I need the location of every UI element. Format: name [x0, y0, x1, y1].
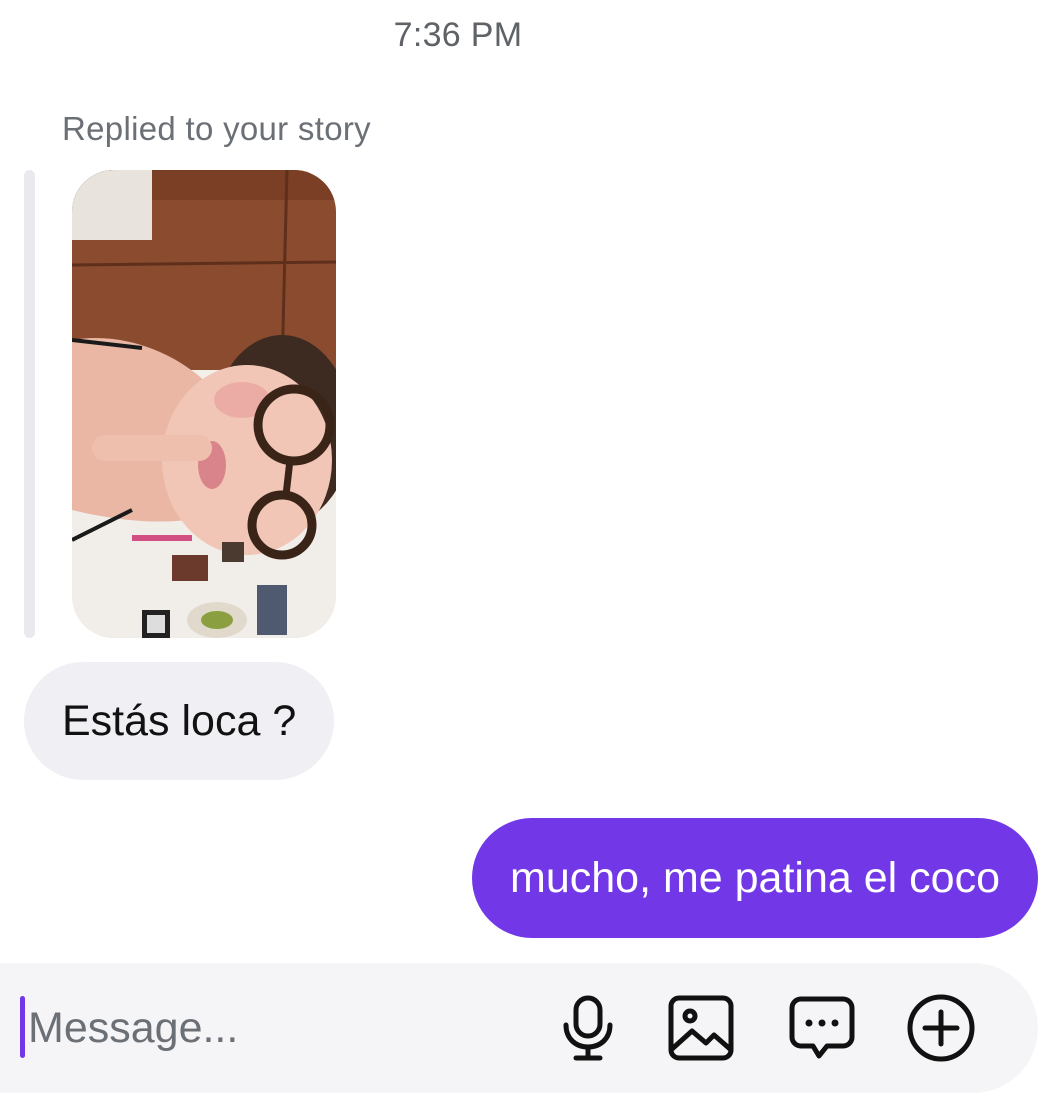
story-thumbnail[interactable]: [72, 170, 336, 638]
story-reply-label: Replied to your story: [62, 110, 371, 147]
image-icon[interactable]: [665, 992, 737, 1064]
text-caret: [20, 996, 25, 1058]
outgoing-message-bubble[interactable]: mucho, me patina el coco: [472, 818, 1038, 938]
story-reply-bar: [24, 170, 35, 638]
outgoing-message-text: mucho, me patina el coco: [510, 853, 1000, 902]
timestamp: 7:36 PM: [393, 16, 523, 54]
incoming-message-text: Estás loca ?: [62, 696, 297, 745]
plus-circle-icon[interactable]: [905, 992, 977, 1064]
microphone-icon[interactable]: [552, 992, 624, 1064]
chat-bubble-dots-icon[interactable]: [786, 992, 858, 1064]
message-input[interactable]: [28, 990, 528, 1066]
incoming-message-bubble[interactable]: Estás loca ?: [24, 662, 335, 780]
story-photo: [72, 170, 336, 638]
